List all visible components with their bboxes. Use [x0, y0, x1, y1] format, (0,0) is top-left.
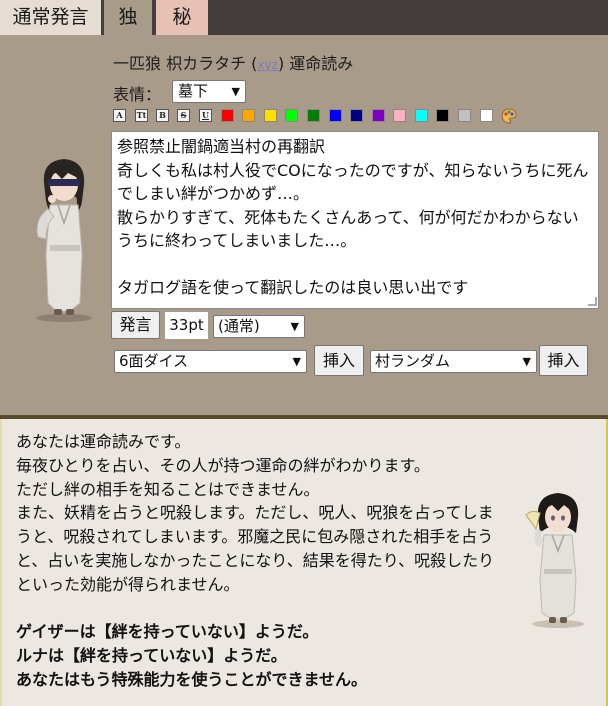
result-line: ルナは【絆を持っていない】ようだ。: [16, 646, 287, 666]
color-swatch-purple[interactable]: [372, 109, 385, 122]
role-name: ) 運命読み: [277, 54, 354, 73]
role-line: 毎夜ひとりを占い、その人が持つ運命の絆がわかります。: [16, 455, 430, 475]
dice-select[interactable]: 6面ダイス ▼: [114, 350, 307, 373]
role-character-portrait: [525, 493, 584, 628]
random-value: 村ランダム: [375, 352, 451, 370]
color-swatch-yellow[interactable]: [264, 109, 277, 122]
expression-label: 表情：: [113, 85, 162, 104]
insert-random-button[interactable]: 挿入: [539, 345, 588, 376]
tab-normal-speech[interactable]: 通常発言: [0, 0, 101, 35]
color-swatch-pink[interactable]: [393, 109, 406, 122]
font-size-input[interactable]: 33pt: [165, 312, 208, 339]
insert-dice-button[interactable]: 挿入: [314, 345, 364, 376]
color-swatch-orange[interactable]: [242, 109, 255, 122]
role-line: ただし絆の相手を知ることはできません。: [16, 479, 320, 499]
speak-button[interactable]: 発言: [111, 311, 160, 339]
text-size-icon[interactable]: Tt: [135, 109, 148, 122]
color-swatch-cyan[interactable]: [415, 109, 428, 122]
character-name-line: 一匹狼 枳カラタチ (xyz) 運命読み: [113, 50, 353, 74]
chevron-down-icon: ▼: [292, 355, 301, 368]
color-swatch-black[interactable]: [436, 109, 449, 122]
tab-soliloquy[interactable]: 独: [104, 0, 152, 35]
color-swatch-green[interactable]: [307, 109, 320, 122]
font-style-icon[interactable]: A: [113, 109, 126, 122]
player-id-link[interactable]: xyz: [257, 58, 278, 72]
expression-select[interactable]: 墓下 ▼: [172, 80, 246, 103]
role-line: また、妖精を占うと呪殺します。ただし、呪人、呪狼を占ってしまうと、呪殺されてしま…: [16, 503, 495, 594]
expression-value: 墓下: [178, 82, 209, 100]
speech-panel: 一匹狼 枳カラタチ (xyz) 運命読み 表情： 墓下 ▼ A Tt B S U: [0, 35, 608, 415]
tab-bar: 通常発言 独 秘: [0, 0, 608, 35]
speech-mode-value: (通常): [218, 317, 260, 335]
message-textarea[interactable]: 参照禁止闇鍋適当村の再翻訳 奇しくも私は村人役でCOになったのですが、知らないう…: [111, 131, 599, 309]
color-swatch-lime[interactable]: [285, 109, 298, 122]
color-swatch-navy[interactable]: [350, 109, 363, 122]
strikethrough-icon[interactable]: S: [177, 109, 190, 122]
role-line: あなたは運命読みです。: [16, 432, 191, 451]
palette-icon[interactable]: [501, 108, 517, 124]
chevron-down-icon: ▼: [231, 85, 240, 98]
color-swatch-red[interactable]: [221, 109, 234, 122]
speech-mode-select[interactable]: (通常) ▼: [213, 315, 305, 338]
result-line: あなたはもう特殊能力を使うことができません。: [16, 669, 368, 689]
tab-secret[interactable]: 秘: [156, 0, 208, 35]
role-description: あなたは運命読みです。 毎夜ひとりを占い、その人が持つ運命の絆がわかります。 た…: [16, 430, 506, 692]
color-swatch-white[interactable]: [480, 109, 493, 122]
random-select[interactable]: 村ランダム ▼: [370, 350, 537, 373]
resize-grip-icon[interactable]: [588, 297, 597, 306]
color-swatch-gray[interactable]: [458, 109, 471, 122]
dice-value: 6面ダイス: [119, 352, 189, 370]
result-line: ゲイザーは【絆を持っていない】ようだ。: [16, 622, 319, 642]
character-name: 一匹狼 枳カラタチ (: [113, 54, 258, 73]
character-avatar: [36, 159, 92, 322]
color-swatch-blue[interactable]: [329, 109, 342, 122]
chevron-down-icon: ▼: [290, 320, 299, 333]
role-info-panel: あなたは運命読みです。 毎夜ひとりを占い、その人が持つ運命の絆がわかります。 た…: [0, 419, 608, 706]
chevron-down-icon: ▼: [522, 355, 531, 368]
bold-icon[interactable]: B: [156, 109, 169, 122]
underline-icon[interactable]: U: [199, 109, 212, 122]
